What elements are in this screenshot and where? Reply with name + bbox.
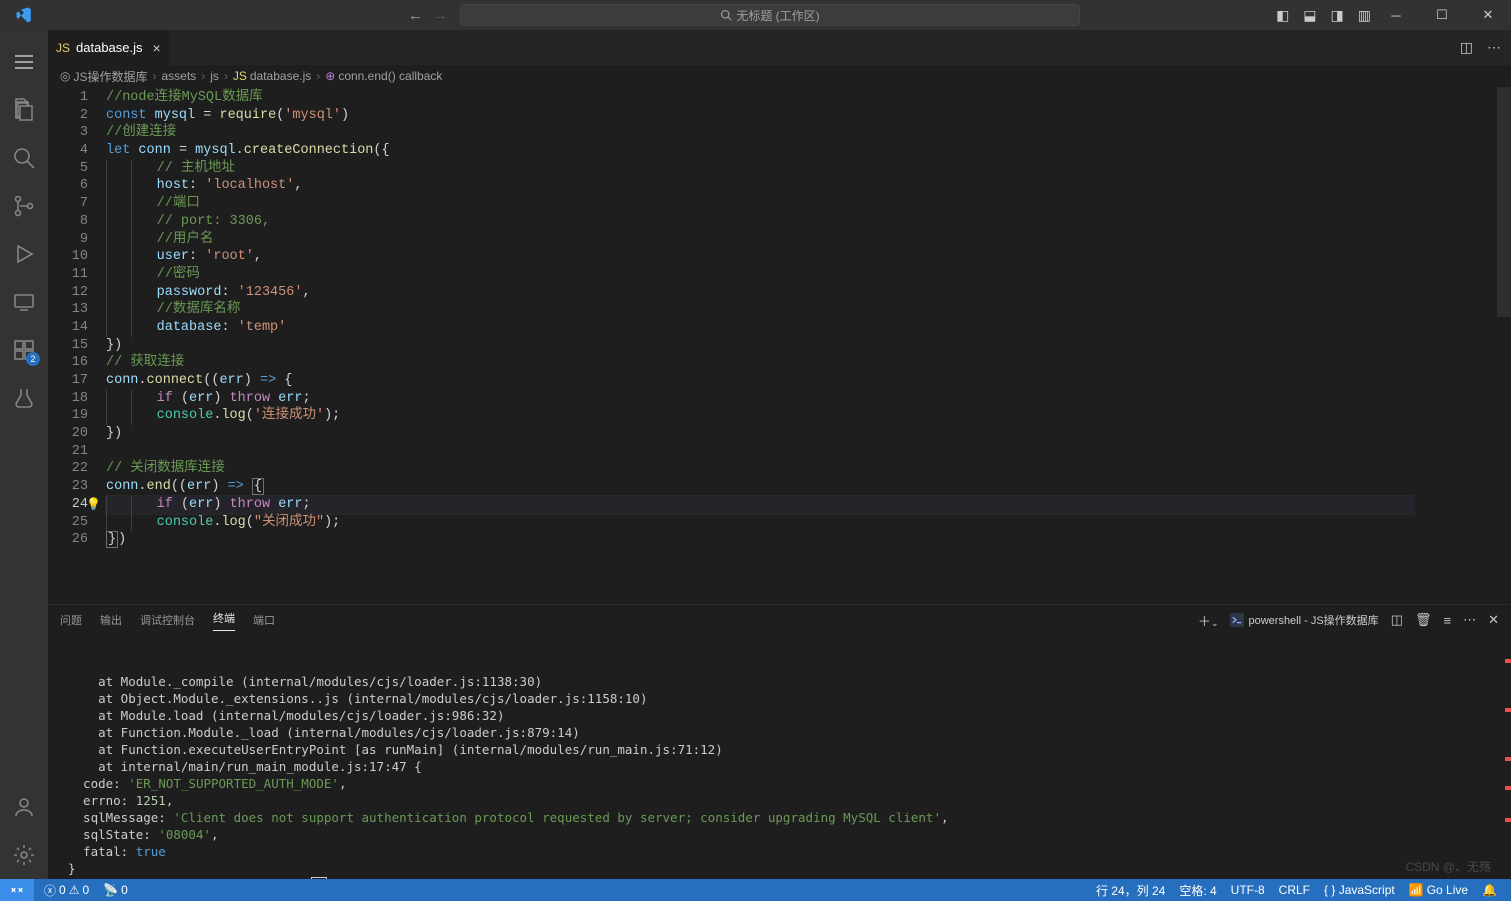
js-file-icon: JS (56, 41, 70, 55)
window-title: 无标题 (工作区) (736, 7, 819, 24)
close-button[interactable]: ✕ (1465, 0, 1511, 30)
split-editor-icon[interactable]: ◫ (1460, 39, 1473, 56)
panel-tab-4[interactable]: 端口 (253, 612, 275, 628)
language-mode[interactable]: { } JavaScript (1324, 883, 1395, 897)
accounts-icon[interactable] (0, 783, 48, 831)
go-live-button[interactable]: 📶Go Live (1409, 883, 1468, 897)
new-terminal-icon[interactable]: ＋⌄ (1198, 611, 1219, 630)
layout-panel-icon[interactable]: ⬓ (1303, 7, 1316, 24)
extensions-icon[interactable]: 2 (0, 326, 48, 374)
line-gutter: 1234567891011121314151617181920212223242… (48, 87, 106, 604)
more-actions-icon[interactable]: ⋯ (1487, 39, 1501, 56)
testing-icon[interactable] (0, 374, 48, 422)
activity-bar: 2 (0, 30, 48, 879)
nav-forward-icon[interactable]: → (433, 7, 448, 24)
editor-scrollbar[interactable] (1497, 87, 1511, 604)
breadcrumb-item[interactable]: database.js (250, 69, 311, 83)
breadcrumb-item[interactable]: js (210, 69, 219, 83)
explorer-icon[interactable] (0, 86, 48, 134)
status-bar: ⓧ0 ⚠0 📡0 行 24，列 24 空格: 4 UTF-8 CRLF { } … (0, 879, 1511, 901)
close-icon[interactable]: × (153, 40, 161, 56)
close-panel-icon[interactable]: ✕ (1488, 612, 1499, 628)
terminal-label: powershell - JS操作数据库 (1248, 612, 1378, 628)
menu-icon[interactable] (0, 38, 48, 86)
minimize-button[interactable]: ─ (1373, 0, 1419, 30)
panel-tab-0[interactable]: 问题 (60, 612, 82, 628)
split-terminal-icon[interactable]: ◫ (1391, 612, 1403, 628)
settings-gear-icon[interactable] (0, 831, 48, 879)
panel-tab-3[interactable]: 终端 (213, 610, 235, 631)
command-center[interactable]: 无标题 (工作区) (460, 4, 1080, 26)
kill-terminal-icon[interactable]: 🗑 (1415, 612, 1432, 628)
maximize-panel-icon[interactable]: ⋯ (1463, 612, 1476, 628)
problems-status[interactable]: ⓧ0 ⚠0 (44, 882, 89, 899)
breadcrumb-item[interactable]: assets (162, 69, 197, 83)
scroll-thumb[interactable] (1497, 87, 1511, 317)
panel-tab-1[interactable]: 输出 (100, 612, 122, 628)
extensions-badge: 2 (26, 352, 40, 366)
panel-more-icon[interactable]: ≡ (1444, 613, 1452, 628)
powershell-icon (1230, 613, 1244, 627)
tab-database-js[interactable]: JS database.js × (48, 30, 170, 65)
source-control-icon[interactable] (0, 182, 48, 230)
ports-status[interactable]: 📡0 (103, 883, 128, 897)
layout-sidebar-right-icon[interactable]: ◨ (1331, 7, 1344, 24)
breadcrumb[interactable]: ◎ JS操作数据库› assets› js› JS database.js› ⊕… (48, 65, 1511, 87)
title-bar: ← → 无标题 (工作区) ◧ ⬓ ◨ ▥ ─ ☐ ✕ (0, 0, 1511, 30)
notifications-icon[interactable]: 🔔 (1482, 883, 1497, 897)
minimap[interactable] (1415, 87, 1497, 604)
tab-bar: JS database.js × ◫ ⋯ (48, 30, 1511, 65)
terminal-selector[interactable]: powershell - JS操作数据库 (1230, 612, 1378, 628)
remote-explorer-icon[interactable] (0, 278, 48, 326)
bottom-panel: 问题输出调试控制台终端端口 ＋⌄ powershell - JS操作数据库 ◫ … (48, 604, 1511, 879)
encoding-status[interactable]: UTF-8 (1231, 883, 1265, 897)
panel-tabs: 问题输出调试控制台终端端口 ＋⌄ powershell - JS操作数据库 ◫ … (48, 605, 1511, 635)
run-debug-icon[interactable] (0, 230, 48, 278)
cursor-position[interactable]: 行 24，列 24 (1096, 882, 1165, 899)
folder-icon: ◎ (60, 69, 70, 83)
search-icon (720, 9, 732, 21)
remote-indicator[interactable] (0, 879, 34, 901)
customize-layout-icon[interactable]: ▥ (1358, 7, 1371, 24)
terminal-output[interactable]: at Module._compile (internal/modules/cjs… (48, 635, 1511, 879)
search-icon[interactable] (0, 134, 48, 182)
terminal-scrollbar[interactable] (1497, 635, 1511, 879)
panel-tab-2[interactable]: 调试控制台 (140, 612, 195, 628)
vscode-logo-icon (0, 6, 48, 24)
maximize-button[interactable]: ☐ (1419, 0, 1465, 30)
breadcrumb-item[interactable]: JS操作数据库 (73, 68, 147, 85)
nav-back-icon[interactable]: ← (408, 7, 423, 24)
breadcrumb-item[interactable]: conn.end() callback (338, 69, 442, 83)
indentation-status[interactable]: 空格: 4 (1179, 882, 1216, 899)
tab-label: database.js (76, 40, 143, 55)
code-editor[interactable]: 1234567891011121314151617181920212223242… (48, 87, 1511, 604)
js-file-icon: JS (233, 69, 247, 83)
function-icon: ⊕ (325, 69, 335, 83)
eol-status[interactable]: CRLF (1279, 883, 1310, 897)
layout-sidebar-left-icon[interactable]: ◧ (1276, 7, 1289, 24)
